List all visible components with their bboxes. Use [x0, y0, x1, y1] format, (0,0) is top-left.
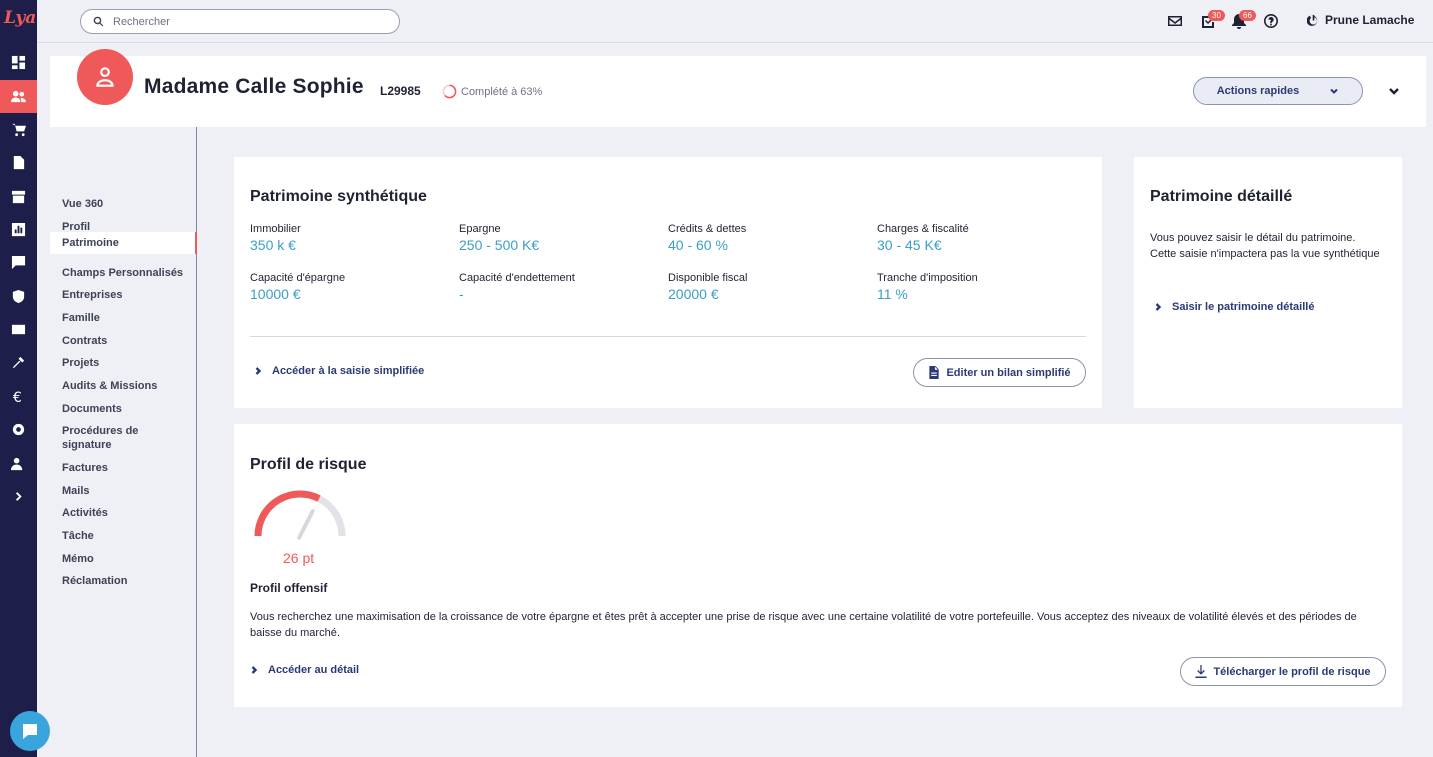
mail-icon[interactable]	[1167, 13, 1183, 29]
menu-item-activites[interactable]: Activités	[50, 506, 197, 520]
risk-profile-title: Profil de risque	[250, 456, 367, 473]
euro-icon[interactable]: €	[0, 380, 37, 413]
chevron-right-icon	[1155, 303, 1162, 311]
divider	[250, 336, 1086, 337]
menu-item-factures[interactable]: Factures	[50, 461, 197, 475]
avatar	[77, 49, 133, 105]
chevron-down-icon	[1330, 88, 1338, 94]
client-header: Madame Calle Sophie L29985 Complété à 63…	[50, 49, 1426, 127]
field-debt-capacity: Capacité d'endettement -	[459, 272, 575, 302]
risk-detail-link[interactable]: Accéder au détail	[250, 664, 359, 676]
store-icon[interactable]	[0, 180, 37, 213]
edit-simplified-report-button[interactable]: Editer un bilan simplifié	[913, 358, 1086, 387]
menu-item-mails[interactable]: Mails	[50, 484, 197, 498]
menu-item-procedures-de-signature[interactable]: Procédures de signature	[50, 424, 160, 452]
app-logo[interactable]: Lya	[4, 8, 36, 30]
menu-item-projets[interactable]: Projets	[50, 356, 197, 370]
left-icon-rail: Lya €	[0, 0, 37, 757]
quick-actions-label: Actions rapides	[1216, 85, 1300, 97]
shield-icon[interactable]	[0, 280, 37, 313]
search-icon	[93, 16, 104, 27]
expand-chevron-icon[interactable]	[0, 480, 37, 513]
download-icon	[1195, 665, 1208, 678]
completion-ring	[442, 84, 457, 99]
document-icon[interactable]	[0, 146, 37, 179]
field-real-estate: Immobilier 350 k €	[250, 223, 301, 253]
risk-profile-name: Profil offensif	[250, 581, 328, 595]
collapse-header-button[interactable]	[1387, 84, 1401, 98]
svg-text:€: €	[13, 390, 22, 404]
client-code: L29985	[380, 84, 421, 98]
risk-score: 26 pt	[283, 550, 315, 566]
file-icon	[929, 366, 940, 379]
menu-item-patrimoine[interactable]: Patrimoine	[50, 232, 197, 254]
cart-icon[interactable]	[0, 113, 37, 146]
message-icon[interactable]	[0, 246, 37, 279]
mail-icon[interactable]	[0, 313, 37, 346]
completion-indicator: Complété à 63%	[442, 84, 542, 99]
menu-item-champs-personnalises[interactable]: Champs Personnalisés	[50, 266, 197, 280]
dashboard-icon[interactable]	[0, 46, 37, 79]
menu-item-reclamation[interactable]: Réclamation	[50, 574, 197, 588]
chat-button[interactable]	[10, 711, 50, 751]
detailed-entry-link[interactable]: Saisir le patrimoine détaillé	[1154, 301, 1314, 313]
risk-profile-description: Vous recherchez une maximisation de la c…	[250, 611, 1357, 639]
quick-actions-button[interactable]: Actions rapides	[1193, 77, 1363, 105]
user-settings-icon[interactable]	[0, 447, 37, 480]
menu-item-famille[interactable]: Famille	[50, 311, 197, 325]
search-input[interactable]	[113, 15, 373, 28]
menu-item-documents[interactable]: Documents	[50, 402, 197, 416]
synthetic-wealth-card: Patrimoine synthétique Immobilier 350 k €…	[234, 157, 1102, 408]
detailed-wealth-description: Vous pouvez saisir le détail du patrimoi…	[1150, 232, 1380, 260]
tasks-badge: 30	[1208, 10, 1225, 21]
client-name: Madame Calle Sophie	[144, 75, 364, 98]
menu-item-audits-missions[interactable]: Audits & Missions	[50, 379, 197, 393]
menu-item-entreprises[interactable]: Entreprises	[50, 288, 197, 302]
chevron-down-icon	[1389, 88, 1399, 95]
gear-icon[interactable]	[0, 413, 37, 446]
synthetic-wealth-title: Patrimoine synthétique	[250, 188, 427, 205]
detailed-wealth-title: Patrimoine détaillé	[1150, 188, 1293, 205]
user-menu[interactable]: Prune Lamache	[1307, 13, 1414, 27]
field-charges-tax: Charges & fiscalité 30 - 45 K€	[877, 223, 969, 253]
top-bar: 30 66 Prune Lamache	[37, 0, 1433, 43]
detailed-wealth-card: Patrimoine détaillé Vous pouvez saisir l…	[1134, 157, 1402, 408]
chat-bubble-icon	[23, 724, 37, 739]
completion-label: Complété à 63%	[461, 85, 543, 98]
field-tax-bracket: Tranche d'imposition 11 %	[877, 272, 978, 302]
person-icon	[96, 67, 114, 87]
chart-icon[interactable]	[0, 213, 37, 246]
risk-profile-card: Profil de risque 26 pt Profil offensif V…	[234, 424, 1402, 707]
chevron-right-icon	[255, 367, 262, 375]
search-box[interactable]	[80, 9, 400, 34]
power-icon	[1307, 14, 1318, 26]
tasks-icon[interactable]: 30	[1200, 10, 1225, 29]
menu-item-contrats[interactable]: Contrats	[50, 334, 197, 348]
help-icon[interactable]	[1263, 13, 1279, 29]
simplified-entry-link[interactable]: Accéder à la saisie simplifiée	[254, 365, 424, 377]
tools-icon[interactable]	[0, 346, 37, 379]
user-name: Prune Lamache	[1325, 13, 1415, 27]
clients-icon[interactable]	[0, 80, 37, 113]
menu-item-vue-360[interactable]: Vue 360	[50, 197, 197, 211]
field-saving-capacity: Capacité d'épargne 10000 €	[250, 272, 346, 302]
menu-item-memo[interactable]: Mémo	[50, 552, 197, 566]
field-savings: Epargne 250 - 500 K€	[459, 223, 540, 253]
menu-item-tache[interactable]: Tâche	[50, 529, 197, 543]
chevron-right-icon	[251, 666, 258, 674]
notifications-badge: 66	[1239, 10, 1256, 21]
client-side-menu: Vue 360 Profil Patrimoine Champs Personnali…	[50, 127, 197, 757]
field-tax-available: Disponible fiscal 20000 €	[668, 272, 748, 302]
download-risk-profile-button[interactable]: Télécharger le profil de risque	[1180, 657, 1386, 686]
field-credits-debts: Crédits & dettes 40 - 60 %	[668, 223, 747, 253]
risk-gauge	[254, 490, 346, 540]
bell-icon[interactable]: 66	[1231, 10, 1256, 29]
